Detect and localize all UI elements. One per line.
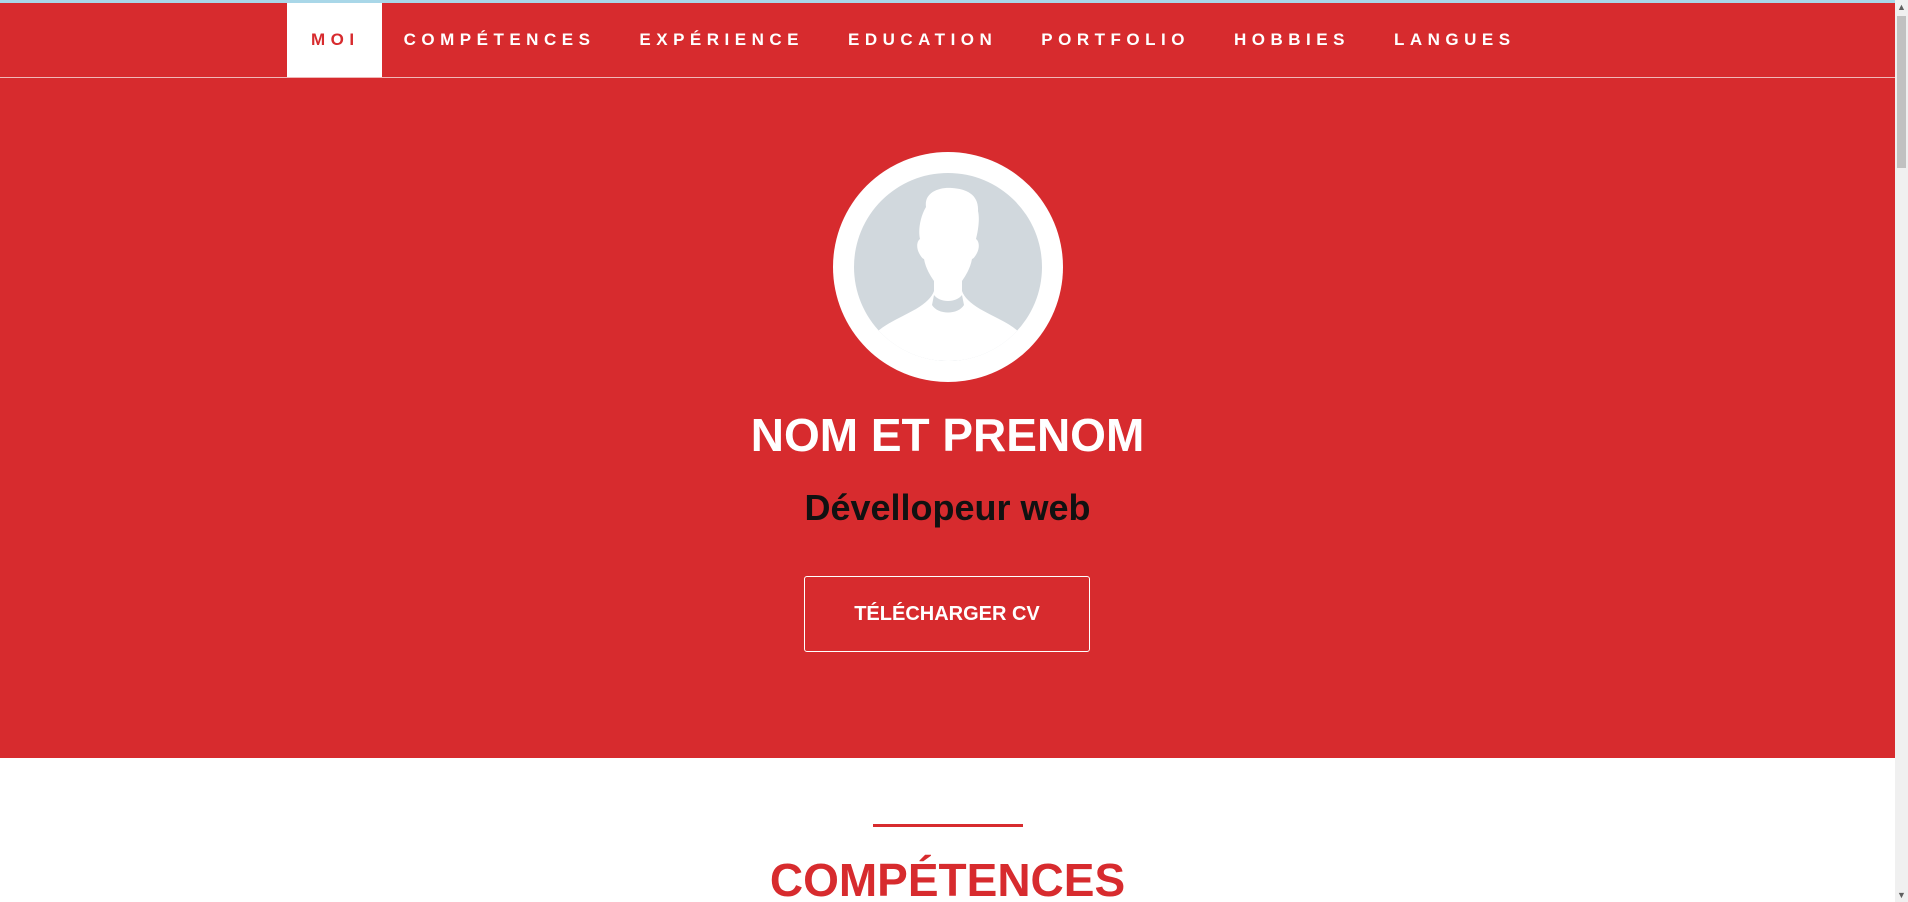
hero-section: NOM ET PRENOM Dévellopeur web TÉLÉCHARGE… (0, 78, 1895, 758)
nav-item-competences[interactable]: COMPÉTENCES (382, 3, 618, 77)
avatar (833, 152, 1063, 382)
nav-item-moi[interactable]: MOI (287, 3, 382, 77)
nav-item-portfolio[interactable]: PORTFOLIO (1019, 3, 1212, 77)
nav-item-hobbies[interactable]: HOBBIES (1212, 3, 1372, 77)
section-divider (873, 824, 1023, 827)
scroll-up-icon[interactable]: ▲ (1895, 0, 1908, 14)
nav-list: MOI COMPÉTENCES EXPÉRIENCE EDUCATION POR… (287, 3, 1538, 77)
main-navbar: MOI COMPÉTENCES EXPÉRIENCE EDUCATION POR… (0, 3, 1895, 78)
nav-item-education[interactable]: EDUCATION (826, 3, 1019, 77)
hero-job-title: Dévellopeur web (804, 487, 1091, 528)
page-viewport: MOI COMPÉTENCES EXPÉRIENCE EDUCATION POR… (0, 0, 1895, 902)
hero-name: NOM ET PRENOM (750, 409, 1145, 461)
download-cv-button[interactable]: TÉLÉCHARGER CV (804, 576, 1090, 652)
section-title-competences: COMPÉTENCES (769, 854, 1126, 902)
scroll-thumb[interactable] (1897, 16, 1906, 168)
user-silhouette-icon (854, 173, 1042, 361)
nav-item-langues[interactable]: LANGUES (1372, 3, 1538, 77)
nav-item-experience[interactable]: EXPÉRIENCE (617, 3, 826, 77)
vertical-scrollbar[interactable]: ▲ ▼ (1895, 0, 1908, 902)
scroll-down-icon[interactable]: ▼ (1895, 888, 1908, 902)
